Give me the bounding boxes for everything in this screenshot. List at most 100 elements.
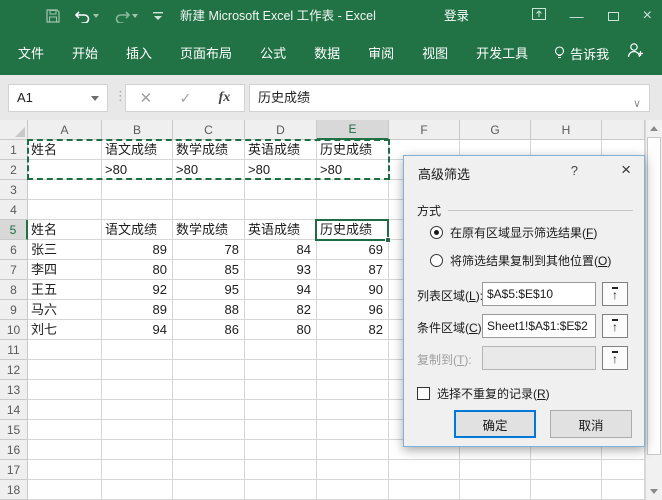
cell-A7[interactable]: 李四 bbox=[28, 260, 102, 280]
cell-C16[interactable] bbox=[173, 440, 245, 460]
cell-E16[interactable] bbox=[317, 440, 389, 460]
cell-A15[interactable] bbox=[28, 420, 102, 440]
cell-D15[interactable] bbox=[245, 420, 317, 440]
name-box-dropdown-icon[interactable] bbox=[91, 96, 99, 101]
cell-B11[interactable] bbox=[102, 340, 173, 360]
cell-A3[interactable] bbox=[28, 180, 102, 200]
cell-partial-18[interactable] bbox=[602, 480, 645, 500]
cell-E1[interactable]: 历史成绩 bbox=[317, 140, 389, 160]
criteria-range-input[interactable]: Sheet1!$A$1:$E$2 bbox=[482, 314, 596, 338]
cell-B6[interactable]: 89 bbox=[102, 240, 173, 260]
cell-A10[interactable]: 刘七 bbox=[28, 320, 102, 340]
cell-D3[interactable] bbox=[245, 180, 317, 200]
cell-E7[interactable]: 87 bbox=[317, 260, 389, 280]
ok-button[interactable]: 确定 bbox=[454, 410, 536, 438]
row-header-15[interactable]: 15 bbox=[0, 420, 28, 440]
cell-D13[interactable] bbox=[245, 380, 317, 400]
col-header-H[interactable]: H bbox=[531, 120, 602, 140]
list-range-picker-button[interactable]: ↑ bbox=[602, 282, 628, 306]
cell-E2[interactable]: >80 bbox=[317, 160, 389, 180]
expand-formula-bar-icon[interactable]: ∨ bbox=[633, 91, 641, 117]
cell-C9[interactable]: 88 bbox=[173, 300, 245, 320]
radio-unselected-icon[interactable] bbox=[430, 254, 443, 267]
cell-A14[interactable] bbox=[28, 400, 102, 420]
cell-E8[interactable]: 90 bbox=[317, 280, 389, 300]
confirm-entry-icon[interactable]: ✓ bbox=[180, 90, 192, 107]
cell-B17[interactable] bbox=[102, 460, 173, 480]
ribbon-display-options-icon[interactable] bbox=[531, 7, 546, 25]
row-header-6[interactable]: 6 bbox=[0, 240, 28, 260]
row-header-1[interactable]: 1 bbox=[0, 140, 28, 160]
cell-H18[interactable] bbox=[531, 480, 602, 500]
cell-B14[interactable] bbox=[102, 400, 173, 420]
radio-selected-icon[interactable] bbox=[430, 226, 443, 239]
row-header-7[interactable]: 7 bbox=[0, 260, 28, 280]
vertical-scrollbar[interactable] bbox=[645, 120, 662, 500]
tab-data[interactable]: 数据 bbox=[300, 32, 354, 75]
cell-C18[interactable] bbox=[173, 480, 245, 500]
row-header-11[interactable]: 11 bbox=[0, 340, 28, 360]
cell-B4[interactable] bbox=[102, 200, 173, 220]
cell-C4[interactable] bbox=[173, 200, 245, 220]
cell-D9[interactable]: 82 bbox=[245, 300, 317, 320]
row-header-5[interactable]: 5 bbox=[0, 220, 28, 240]
cell-B8[interactable]: 92 bbox=[102, 280, 173, 300]
cell-E13[interactable] bbox=[317, 380, 389, 400]
radio-copy-to-location[interactable]: 将筛选结果复制到其他位置(O) bbox=[430, 252, 611, 269]
scrollbar-thumb[interactable] bbox=[647, 137, 661, 455]
cell-A2[interactable] bbox=[28, 160, 102, 180]
cell-D6[interactable]: 84 bbox=[245, 240, 317, 260]
cell-B1[interactable]: 语文成绩 bbox=[102, 140, 173, 160]
cell-C11[interactable] bbox=[173, 340, 245, 360]
cell-C12[interactable] bbox=[173, 360, 245, 380]
col-header-C[interactable]: C bbox=[173, 120, 245, 140]
cell-E10[interactable]: 82 bbox=[317, 320, 389, 340]
cell-E11[interactable] bbox=[317, 340, 389, 360]
cell-D11[interactable] bbox=[245, 340, 317, 360]
save-icon[interactable] bbox=[46, 9, 60, 23]
cell-D8[interactable]: 94 bbox=[245, 280, 317, 300]
row-header-13[interactable]: 13 bbox=[0, 380, 28, 400]
formula-input[interactable]: 历史成绩 ∨ bbox=[249, 84, 650, 112]
row-header-3[interactable]: 3 bbox=[0, 180, 28, 200]
cell-G18[interactable] bbox=[460, 480, 531, 500]
cell-E6[interactable]: 69 bbox=[317, 240, 389, 260]
cell-C1[interactable]: 数学成绩 bbox=[173, 140, 245, 160]
tell-me-tab[interactable]: 告诉我 bbox=[542, 44, 621, 63]
cell-C14[interactable] bbox=[173, 400, 245, 420]
row-header-9[interactable]: 9 bbox=[0, 300, 28, 320]
cell-H17[interactable] bbox=[531, 460, 602, 480]
cell-B9[interactable]: 89 bbox=[102, 300, 173, 320]
dialog-help-button[interactable]: ? bbox=[571, 163, 578, 178]
row-header-17[interactable]: 17 bbox=[0, 460, 28, 480]
cancel-button[interactable]: 取消 bbox=[550, 410, 632, 438]
cell-B15[interactable] bbox=[102, 420, 173, 440]
tab-developer[interactable]: 开发工具 bbox=[462, 32, 542, 75]
tab-home[interactable]: 开始 bbox=[58, 32, 112, 75]
share-icon[interactable] bbox=[626, 42, 644, 63]
cell-D2[interactable]: >80 bbox=[245, 160, 317, 180]
dialog-close-icon[interactable]: × bbox=[621, 160, 631, 180]
cell-C15[interactable] bbox=[173, 420, 245, 440]
cell-C2[interactable]: >80 bbox=[173, 160, 245, 180]
cell-D12[interactable] bbox=[245, 360, 317, 380]
row-header-14[interactable]: 14 bbox=[0, 400, 28, 420]
copy-to-picker-button[interactable]: ↑ bbox=[602, 346, 628, 370]
scroll-down-icon[interactable] bbox=[650, 489, 658, 494]
cell-A9[interactable]: 马六 bbox=[28, 300, 102, 320]
cell-B5[interactable]: 语文成绩 bbox=[102, 220, 173, 240]
minimize-button[interactable]: — bbox=[570, 9, 584, 23]
tab-insert[interactable]: 插入 bbox=[112, 32, 166, 75]
cell-D10[interactable]: 80 bbox=[245, 320, 317, 340]
cell-F17[interactable] bbox=[389, 460, 460, 480]
cell-A13[interactable] bbox=[28, 380, 102, 400]
cell-E15[interactable] bbox=[317, 420, 389, 440]
cell-C8[interactable]: 95 bbox=[173, 280, 245, 300]
cell-B7[interactable]: 80 bbox=[102, 260, 173, 280]
row-header-18[interactable]: 18 bbox=[0, 480, 28, 500]
cell-A5[interactable]: 姓名 bbox=[28, 220, 102, 240]
radio-filter-in-place[interactable]: 在原有区域显示筛选结果(F) bbox=[430, 224, 597, 241]
select-all-corner[interactable] bbox=[0, 120, 28, 140]
cell-D7[interactable]: 93 bbox=[245, 260, 317, 280]
cell-D16[interactable] bbox=[245, 440, 317, 460]
